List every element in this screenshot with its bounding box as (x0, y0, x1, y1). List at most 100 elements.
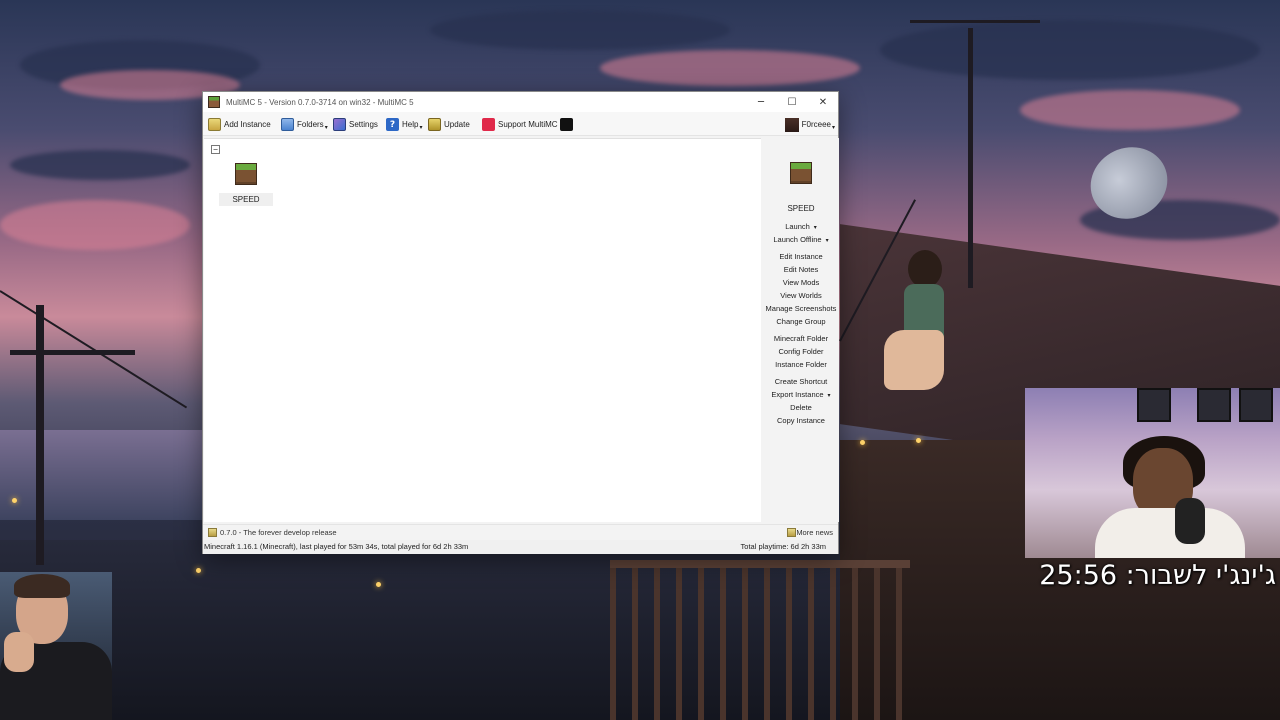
wall-picture (1197, 388, 1231, 422)
news-icon (208, 528, 217, 537)
minimize-button[interactable]: ─ (746, 92, 776, 112)
group-collapse-toggle[interactable]: − (211, 145, 220, 154)
export-dropdown-icon: ▾ (827, 392, 831, 399)
edit-notes-button[interactable]: Edit Notes (763, 264, 839, 276)
status-total-playtime: Total playtime: 6d 2h 33m (740, 542, 826, 551)
streamer-webcam (1025, 388, 1280, 558)
account-avatar (784, 117, 799, 132)
folders-dropdown-icon: ▾ (324, 124, 328, 131)
help-icon: ? (386, 118, 399, 131)
antenna-mast (968, 28, 973, 288)
sea (0, 430, 210, 520)
instance-folder-button[interactable]: Instance Folder (763, 359, 839, 371)
instance-list[interactable]: − SPEED (204, 138, 761, 522)
cat-button[interactable] (560, 116, 576, 133)
more-news-icon (787, 528, 796, 537)
launch-button[interactable]: Launch ▾ (763, 221, 839, 233)
help-dropdown-icon: ▾ (419, 124, 423, 131)
selected-instance-name: SPEED (787, 204, 815, 213)
balcony-railing (610, 560, 910, 720)
instance-name: SPEED (219, 193, 273, 206)
add-instance-button[interactable]: Add Instance (208, 116, 271, 133)
add-instance-icon (208, 118, 221, 131)
update-button[interactable]: Update (428, 116, 470, 133)
manage-screenshots-button[interactable]: Manage Screenshots (763, 303, 839, 315)
view-mods-button[interactable]: View Mods (763, 277, 839, 289)
girl-hair (908, 250, 942, 288)
news-headline[interactable]: 0.7.0 - The forever develop release (220, 528, 337, 537)
launch-dropdown-icon: ▾ (813, 224, 817, 231)
edit-instance-button[interactable]: Edit Instance (763, 251, 839, 263)
account-menu-button[interactable]: F0rceee ▾ (784, 116, 835, 133)
cat-icon (560, 118, 573, 131)
wall-picture (1239, 388, 1273, 422)
account-name: F0rceee (801, 120, 831, 129)
delete-button[interactable]: Delete (763, 402, 839, 414)
guest-hair (14, 574, 70, 598)
launch-offline-dropdown-icon: ▾ (825, 237, 829, 244)
launch-label: Launch (785, 222, 810, 231)
cloud (10, 150, 190, 180)
title-bar[interactable]: MultiMC 5 - Version 0.7.0-3714 on win32 … (203, 92, 838, 112)
minecraft-folder-button[interactable]: Minecraft Folder (763, 333, 839, 345)
change-group-button[interactable]: Change Group (763, 316, 839, 328)
add-instance-label: Add Instance (224, 120, 271, 129)
town-light (196, 568, 201, 573)
create-shortcut-button[interactable]: Create Shortcut (763, 376, 839, 388)
settings-button[interactable]: Settings (333, 116, 378, 133)
wall-picture (1137, 388, 1171, 422)
update-icon (428, 118, 441, 131)
grass-block-icon[interactable] (790, 162, 812, 184)
news-bar: 0.7.0 - The forever develop release More… (203, 524, 838, 539)
support-multimc-button[interactable]: Support MultiMC (482, 116, 558, 133)
folder-icon (281, 118, 294, 131)
cloud (430, 10, 730, 50)
instance-item[interactable]: SPEED (219, 163, 273, 209)
town-light (12, 498, 17, 503)
grass-block-icon (235, 163, 257, 185)
utility-pole-arm (10, 350, 135, 355)
view-worlds-button[interactable]: View Worlds (763, 290, 839, 302)
utility-pole (36, 305, 44, 565)
export-instance-label: Export Instance (771, 390, 824, 399)
multimc-window: MultiMC 5 - Version 0.7.0-3714 on win32 … (202, 91, 839, 554)
settings-icon (333, 118, 346, 131)
help-label: Help (402, 120, 419, 129)
guest-webcam (0, 572, 112, 720)
antenna-bar (910, 20, 1040, 23)
instance-sidebar: SPEED Launch ▾ Launch Offline ▾ Edit Insta… (763, 138, 839, 522)
account-dropdown-icon: ▾ (831, 124, 835, 131)
more-news-button[interactable]: More news (796, 528, 833, 537)
close-button[interactable]: ✕ (808, 92, 838, 112)
help-button[interactable]: ? Help ▾ (386, 116, 422, 133)
status-bar: Minecraft 1.16.1 (Minecraft), last playe… (203, 540, 838, 554)
launch-offline-label: Launch Offline (773, 235, 822, 244)
window-title: MultiMC 5 - Version 0.7.0-3714 on win32 … (226, 97, 414, 107)
patreon-icon (482, 118, 495, 131)
cloud (880, 20, 1260, 80)
streamer-shirt (1095, 508, 1245, 558)
folders-button[interactable]: Folders ▾ (281, 116, 328, 133)
settings-label: Settings (349, 120, 378, 129)
microphone (1175, 498, 1205, 544)
folders-label: Folders (297, 120, 324, 129)
multimc-app-icon (208, 96, 220, 108)
stream-timer: ג'ינג'י לשבור: 25:56 (1039, 560, 1276, 591)
cloud (600, 50, 860, 86)
town-light (376, 582, 381, 587)
launch-offline-button[interactable]: Launch Offline ▾ (763, 234, 839, 246)
string-light (916, 438, 921, 443)
status-last-played: Minecraft 1.16.1 (Minecraft), last playe… (204, 542, 469, 551)
girl-on-roof (880, 250, 960, 400)
string-light (860, 440, 865, 445)
cloud (0, 200, 190, 250)
config-folder-button[interactable]: Config Folder (763, 346, 839, 358)
guest-hand (4, 632, 34, 672)
main-toolbar: Add Instance Folders ▾ Settings ? Help ▾… (203, 112, 838, 136)
girl-legs (884, 330, 944, 390)
copy-instance-button[interactable]: Copy Instance (763, 415, 839, 427)
export-instance-button[interactable]: Export Instance ▾ (763, 389, 839, 401)
maximize-button[interactable]: ☐ (777, 92, 807, 112)
cloud (1020, 90, 1240, 130)
update-label: Update (444, 120, 470, 129)
